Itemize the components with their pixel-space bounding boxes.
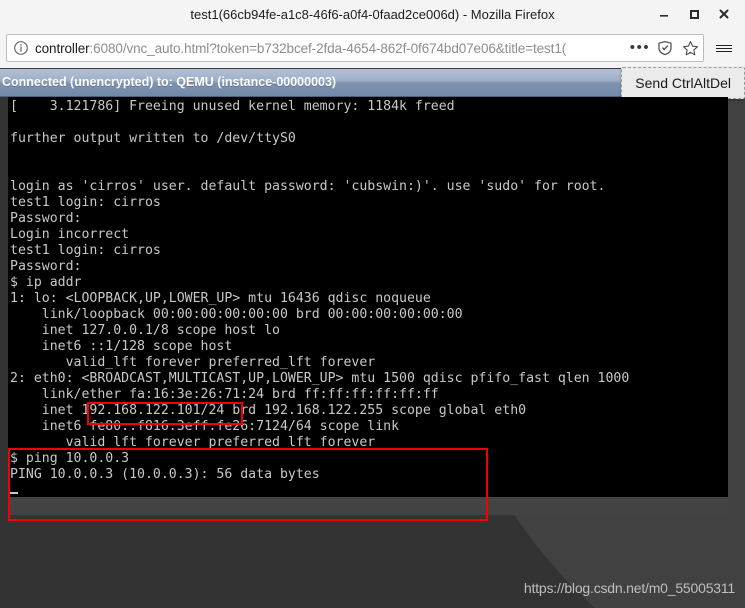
- terminal-line: test1 login: cirros: [10, 195, 161, 210]
- terminal-line: link/loopback 00:00:00:00:00:00 brd 00:0…: [10, 307, 463, 322]
- terminal-line: $ ping 10.0.0.3: [10, 451, 130, 466]
- terminal-output: [ 3.121786] Freeing unused kernel memory…: [8, 97, 629, 499]
- info-icon[interactable]: [13, 40, 29, 56]
- terminal-line: Login incorrect: [10, 227, 130, 242]
- firefox-window: test1(66cb94fe-a1c8-46f6-a0f4-0faad2ce00…: [0, 0, 745, 608]
- terminal-line: valid_lft forever preferred_lft forever: [10, 355, 376, 370]
- url-rest: :6080/vnc_auto.html?token=b732bcef-2fda-…: [89, 40, 567, 56]
- send-ctrl-alt-del-button[interactable]: Send CtrlAltDel: [621, 67, 745, 99]
- terminal-line: valid_lft forever preferred_lft forever: [10, 435, 376, 450]
- watermark-text: https://blog.csdn.net/m0_55005311: [523, 580, 735, 596]
- vnc-terminal-canvas[interactable]: [ 3.121786] Freeing unused kernel memory…: [8, 97, 728, 515]
- url-text: controller:6080/vnc_auto.html?token=b732…: [35, 41, 626, 56]
- terminal-line: inet6 fe80::f816:3eff:fe26:7124/64 scope…: [10, 419, 400, 434]
- terminal-line: test1 login: cirros: [10, 243, 161, 258]
- window-titlebar: test1(66cb94fe-a1c8-46f6-a0f4-0faad2ce00…: [0, 0, 745, 29]
- terminal-line: Password:: [10, 211, 82, 226]
- terminal-line: $ ip addr: [10, 275, 82, 290]
- terminal-line: link/ether fa:16:3e:26:71:24 brd ff:ff:f…: [10, 387, 439, 402]
- terminal-line: further output written to /dev/ttyS0: [10, 131, 296, 146]
- terminal-line: inet6 ::1/128 scope host: [10, 339, 233, 354]
- vnc-connection-status: Connected (unencrypted) to: QEMU (instan…: [2, 75, 337, 89]
- url-host: controller: [35, 40, 90, 56]
- minimize-icon[interactable]: [651, 1, 677, 27]
- terminal-line: [ 3.121786] Freeing unused kernel memory…: [10, 99, 455, 114]
- page-actions-icon[interactable]: •••: [630, 39, 649, 57]
- window-controls: [649, 0, 745, 28]
- page-title: test1(66cb94fe-a1c8-46f6-a0f4-0faad2ce00…: [190, 6, 555, 22]
- vnc-status-bar: Connected (unencrypted) to: QEMU (instan…: [0, 67, 745, 99]
- url-bar[interactable]: controller:6080/vnc_auto.html?token=b732…: [6, 34, 704, 62]
- terminal-line: 2: eth0: <BROADCAST,MULTICAST,UP,LOWER_U…: [10, 371, 630, 386]
- maximize-icon[interactable]: [681, 1, 707, 27]
- terminal-line: Password:: [10, 259, 82, 274]
- terminal-line: 1: lo: <LOOPBACK,UP,LOWER_UP> mtu 16436 …: [10, 291, 431, 306]
- shield-icon[interactable]: [656, 39, 674, 57]
- hamburger-menu-icon[interactable]: [709, 34, 739, 62]
- terminal-line: inet 192.168.122.101/24 brd 192.168.122.…: [10, 403, 527, 418]
- close-icon[interactable]: [711, 1, 737, 27]
- terminal-bottom-strip: [8, 497, 728, 515]
- star-icon[interactable]: [681, 39, 699, 57]
- browser-navbar: controller:6080/vnc_auto.html?token=b732…: [0, 28, 745, 68]
- terminal-line: PING 10.0.0.3 (10.0.0.3): 56 data bytes: [10, 467, 320, 482]
- terminal-line: login as 'cirros' user. default password…: [10, 179, 606, 194]
- url-bar-icons: •••: [626, 39, 699, 57]
- terminal-line: inet 127.0.0.1/8 scope host lo: [10, 323, 280, 338]
